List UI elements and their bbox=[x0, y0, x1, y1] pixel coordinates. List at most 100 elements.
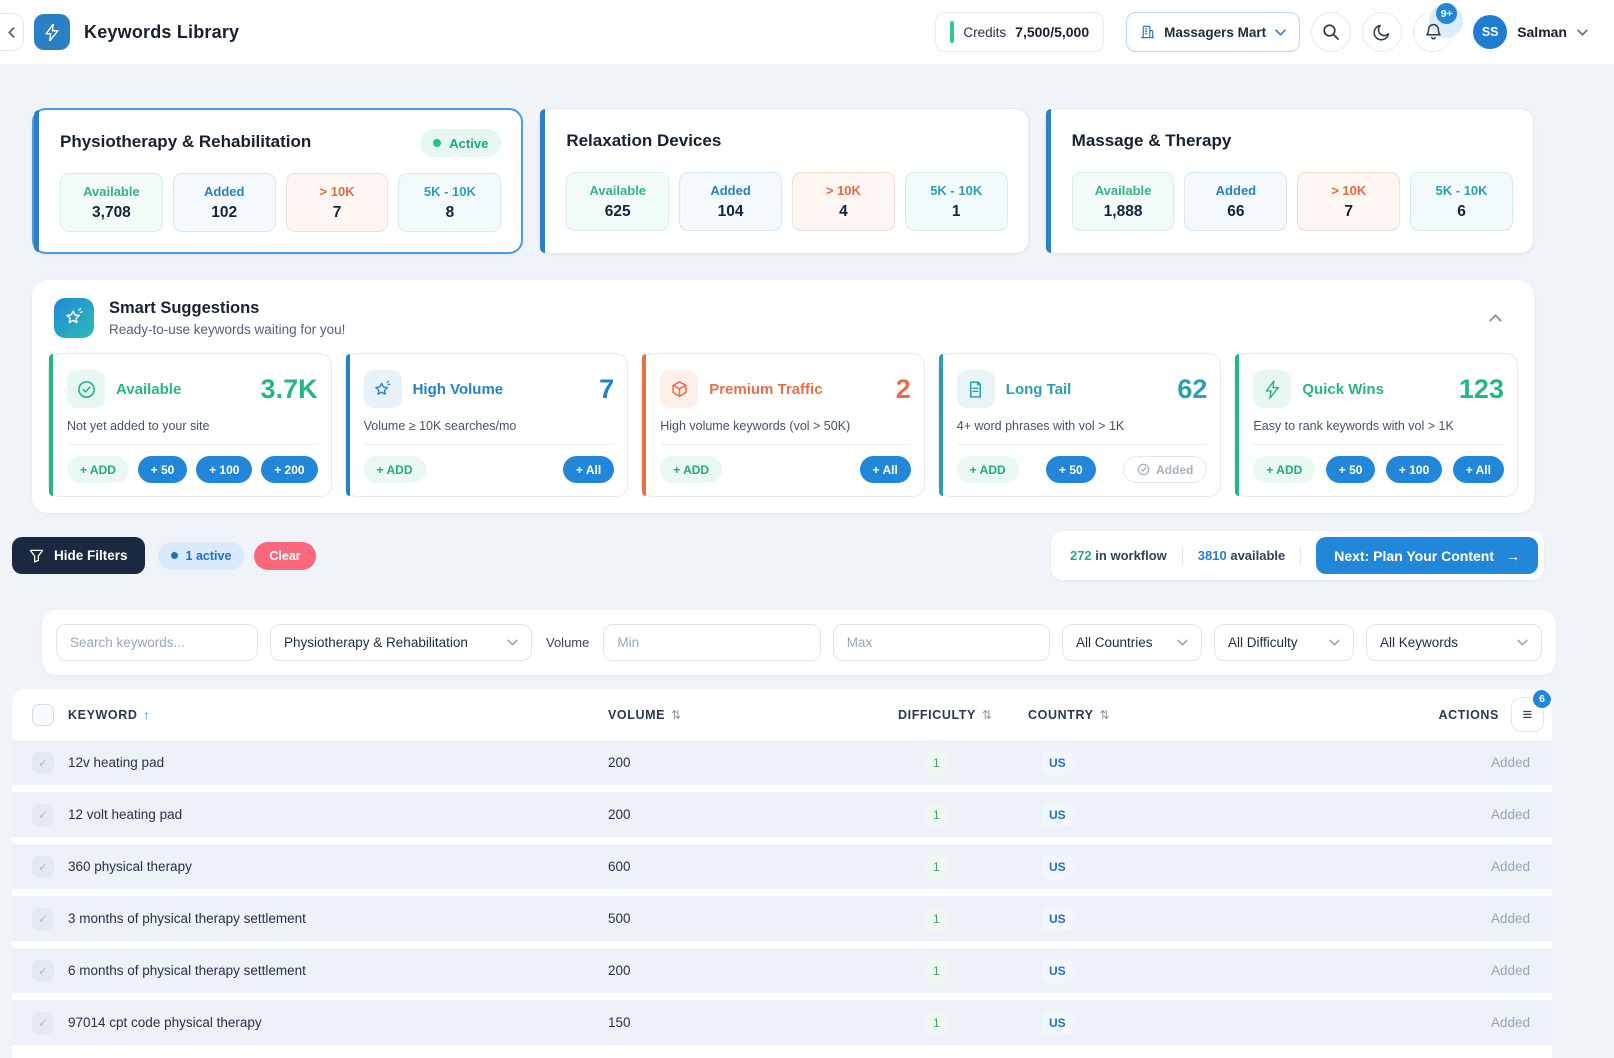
keyword-cell: 3 months of physical therapy settlement bbox=[68, 911, 608, 926]
table-row[interactable]: ✓ 360 physical therapy 600 1 US Added bbox=[12, 844, 1552, 889]
columns-menu-button[interactable]: ≡ 6 bbox=[1511, 697, 1544, 732]
sort-icon: ⇅ bbox=[671, 708, 682, 722]
status-added: Added bbox=[1358, 859, 1552, 874]
search-button[interactable] bbox=[1311, 12, 1351, 52]
row-checkbox[interactable]: ✓ bbox=[32, 856, 54, 878]
project-card-physiotherapy[interactable]: Physiotherapy & Rehabilitation Active Av… bbox=[32, 108, 523, 254]
add-all-button[interactable]: + All bbox=[860, 456, 911, 483]
add-100-button[interactable]: + 100 bbox=[1386, 456, 1442, 483]
column-country[interactable]: COUNTRY⇅ bbox=[1028, 708, 1358, 722]
table-row[interactable]: ✓ 3 months of physical therapy settlemen… bbox=[12, 896, 1552, 941]
divider bbox=[1300, 546, 1301, 566]
next-plan-content-button[interactable]: Next: Plan Your Content → bbox=[1316, 537, 1538, 574]
select-all-checkbox[interactable] bbox=[32, 704, 54, 726]
stat-added: Added102 bbox=[173, 173, 276, 232]
add-button[interactable]: + ADD bbox=[660, 456, 722, 483]
country-select[interactable]: All Countries bbox=[1062, 624, 1202, 661]
hide-filters-button[interactable]: Hide Filters bbox=[12, 537, 145, 574]
add-200-button[interactable]: + 200 bbox=[261, 456, 317, 483]
difficulty-badge: 1 bbox=[926, 855, 947, 879]
suggestions-title: Smart Suggestions bbox=[109, 299, 345, 318]
row-checkbox[interactable]: ✓ bbox=[32, 804, 54, 826]
workflow-summary: 272 in workflow 3810 available Next: Pla… bbox=[1051, 531, 1544, 580]
table-header: KEYWORD↑ VOLUME⇅ DIFFICULTY⇅ COUNTRY⇅ AC… bbox=[12, 689, 1552, 740]
moon-icon bbox=[1373, 23, 1391, 41]
keyword-cell: 12v heating pad bbox=[68, 755, 608, 770]
chevron-down-icon bbox=[1517, 639, 1528, 646]
columns-badge: 6 bbox=[1533, 690, 1551, 708]
org-selector[interactable]: Massagers Mart bbox=[1126, 12, 1300, 52]
add-button[interactable]: + ADD bbox=[957, 456, 1019, 483]
chevron-down-icon bbox=[1275, 29, 1286, 36]
chevron-down-icon bbox=[1577, 29, 1588, 36]
active-dot-icon bbox=[171, 552, 178, 559]
row-checkbox[interactable]: ✓ bbox=[32, 752, 54, 774]
suggestion-card-long-tail: Long Tail 62 4+ word phrases with vol > … bbox=[938, 353, 1222, 497]
add-button[interactable]: + ADD bbox=[67, 456, 129, 483]
row-checkbox[interactable]: ✓ bbox=[32, 1012, 54, 1034]
add-all-button[interactable]: + All bbox=[563, 456, 614, 483]
active-filters-badge: 1 active bbox=[158, 542, 245, 570]
add-50-button[interactable]: + 50 bbox=[1326, 456, 1376, 483]
country-badge: US bbox=[1042, 855, 1073, 879]
project-select[interactable]: Physiotherapy & Rehabilitation bbox=[270, 624, 532, 661]
add-button[interactable]: + ADD bbox=[1253, 456, 1315, 483]
column-keyword[interactable]: KEYWORD↑ bbox=[68, 708, 608, 722]
chevron-down-icon bbox=[507, 639, 518, 646]
row-checkbox[interactable]: ✓ bbox=[32, 908, 54, 930]
volume-cell: 200 bbox=[608, 755, 898, 770]
column-volume[interactable]: VOLUME⇅ bbox=[608, 708, 898, 722]
dark-mode-button[interactable] bbox=[1362, 12, 1402, 52]
difficulty-badge: 1 bbox=[926, 959, 947, 983]
add-50-button[interactable]: + 50 bbox=[138, 456, 188, 483]
search-input[interactable] bbox=[56, 624, 258, 661]
add-100-button[interactable]: + 100 bbox=[196, 456, 252, 483]
app-logo-bolt-icon bbox=[34, 14, 70, 50]
table-row[interactable]: ✓ 97014 cpt code physical therapy 150 1 … bbox=[12, 1000, 1552, 1045]
add-50-button[interactable]: + 50 bbox=[1046, 456, 1096, 483]
stat-over-10k: > 10K4 bbox=[792, 172, 895, 231]
keywords-select[interactable]: All Keywords bbox=[1366, 624, 1542, 661]
stat-over-10k: > 10K7 bbox=[1297, 172, 1400, 231]
bell-icon bbox=[1425, 23, 1442, 41]
collapse-button[interactable] bbox=[1479, 308, 1512, 328]
check-circle-icon bbox=[67, 370, 105, 408]
arrow-right-icon: → bbox=[1506, 548, 1520, 564]
volume-min-input[interactable] bbox=[603, 624, 820, 661]
status-added: Added bbox=[1358, 807, 1552, 822]
table-row[interactable]: ✓ 6 months of physical therapy settlemen… bbox=[12, 948, 1552, 993]
check-circle-icon bbox=[1137, 463, 1150, 476]
building-icon bbox=[1140, 24, 1155, 40]
suggestion-count: 62 bbox=[1177, 374, 1207, 405]
page-title: Keywords Library bbox=[84, 22, 239, 43]
stat-over-10k: > 10K7 bbox=[286, 173, 389, 232]
column-difficulty[interactable]: DIFFICULTY⇅ bbox=[898, 708, 1028, 722]
table-row[interactable]: ✓ 12v heating pad 200 1 US Added bbox=[12, 740, 1552, 785]
suggestion-desc: High volume keywords (vol > 50K) bbox=[660, 419, 911, 433]
country-badge: US bbox=[1042, 751, 1073, 775]
suggestions-subtitle: Ready-to-use keywords waiting for you! bbox=[109, 322, 345, 337]
project-card-relaxation-devices[interactable]: Relaxation Devices Available625 Added104… bbox=[539, 108, 1028, 254]
filters-toolbar: Hide Filters 1 active Clear 272 in workf… bbox=[12, 531, 1544, 580]
project-card-massage-therapy[interactable]: Massage & Therapy Available1,888 Added66… bbox=[1045, 108, 1534, 254]
add-button[interactable]: + ADD bbox=[364, 456, 426, 483]
star-icon bbox=[364, 370, 402, 408]
notifications-button[interactable]: 9+ bbox=[1413, 12, 1453, 52]
suggestion-title: Premium Traffic bbox=[709, 381, 822, 398]
row-checkbox[interactable]: ✓ bbox=[32, 960, 54, 982]
volume-max-input[interactable] bbox=[833, 624, 1050, 661]
clear-filters-button[interactable]: Clear bbox=[254, 542, 315, 570]
add-all-button[interactable]: + All bbox=[1453, 456, 1504, 483]
table-row[interactable]: ✓ 12 volt heating pad 200 1 US Added bbox=[12, 792, 1552, 837]
suggestion-card-available: Available 3.7K Not yet added to your sit… bbox=[48, 353, 332, 497]
suggestion-desc: 4+ word phrases with vol > 1K bbox=[957, 419, 1208, 433]
added-button[interactable]: Added bbox=[1123, 456, 1207, 483]
suggestion-title: Available bbox=[116, 381, 181, 398]
stat-added: Added104 bbox=[679, 172, 782, 231]
user-menu[interactable]: SS Salman bbox=[1473, 15, 1588, 49]
difficulty-select[interactable]: All Difficulty bbox=[1214, 624, 1354, 661]
back-button[interactable] bbox=[0, 13, 24, 51]
suggestion-title: High Volume bbox=[413, 381, 504, 398]
stat-5k-10k: 5K - 10K1 bbox=[905, 172, 1008, 231]
stat-available: Available1,888 bbox=[1072, 172, 1175, 231]
